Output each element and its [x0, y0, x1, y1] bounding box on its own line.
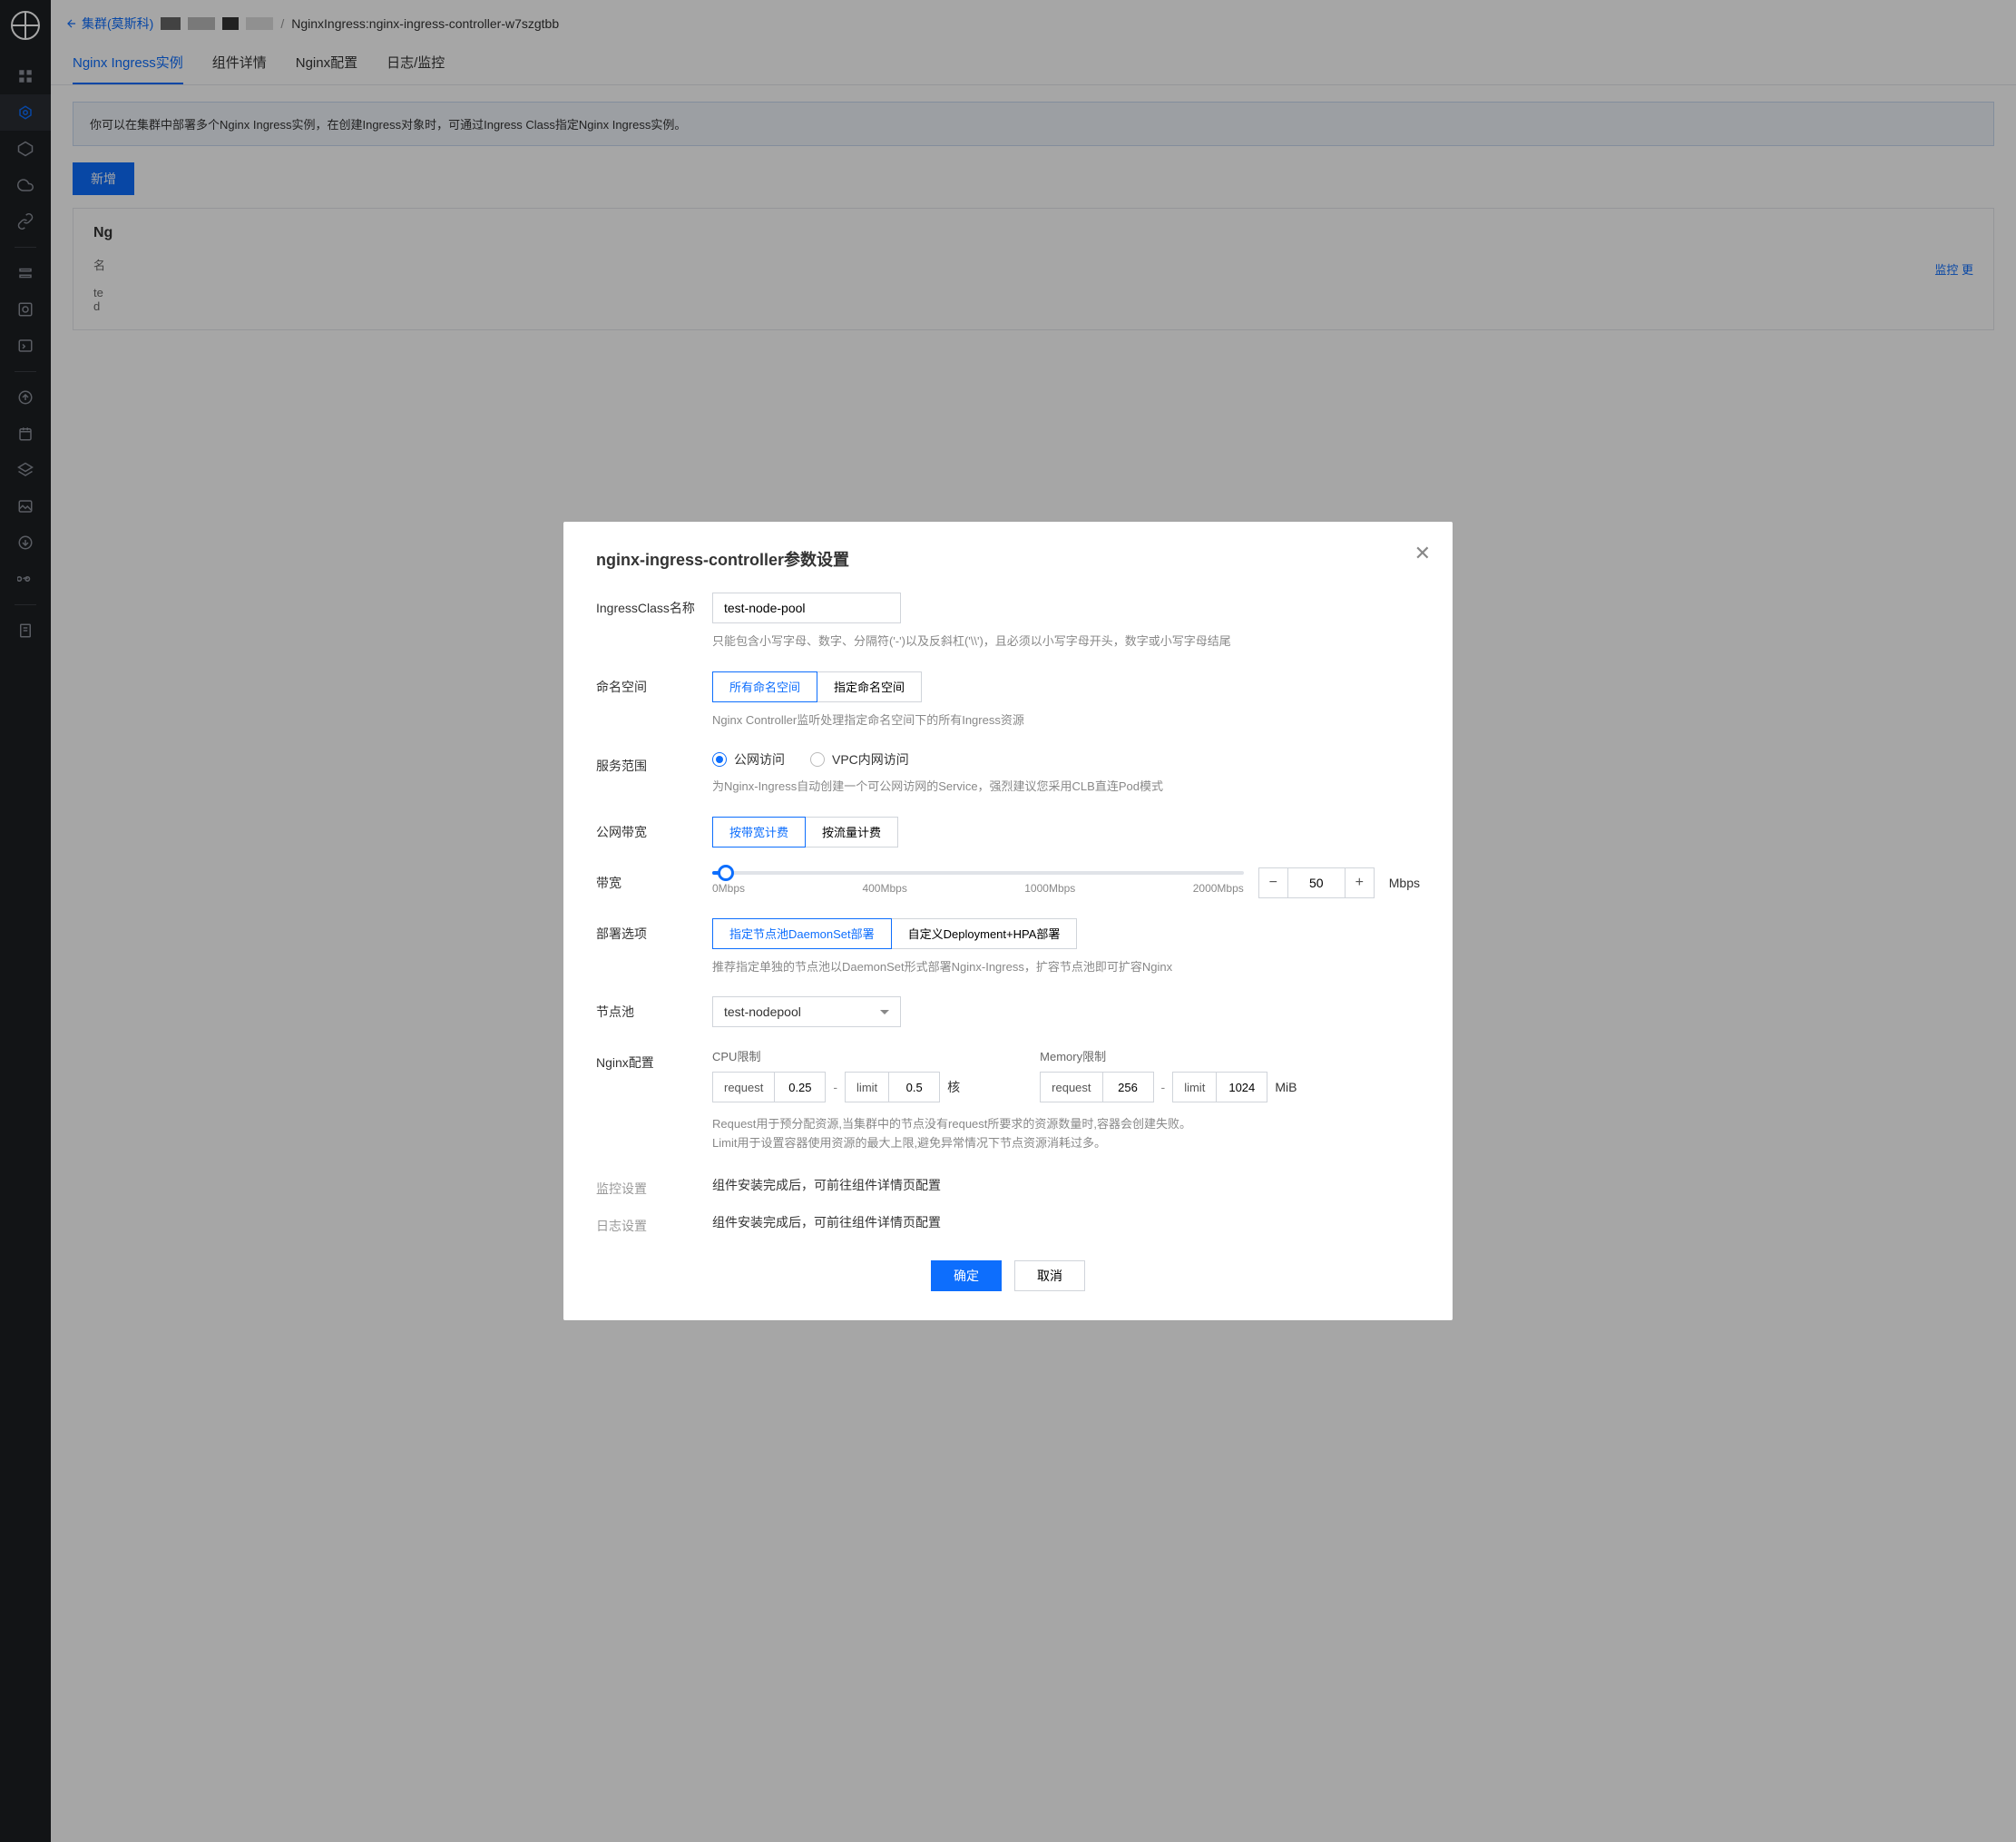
label-monitor: 监控设置	[596, 1173, 712, 1198]
namespace-all-button[interactable]: 所有命名空间	[712, 671, 817, 702]
cpu-request-input[interactable]	[774, 1073, 825, 1102]
mem-request-input[interactable]	[1102, 1073, 1153, 1102]
cpu-limit-input[interactable]	[888, 1073, 939, 1102]
cpu-limit-label: limit	[846, 1081, 888, 1094]
mem-limit-input[interactable]	[1216, 1073, 1267, 1102]
cpu-request-label: request	[713, 1081, 774, 1094]
billing-traffic-button[interactable]: 按流量计费	[806, 817, 898, 848]
nginxconfig-helper2: Limit用于设置容器使用资源的最大上限,避免异常情况下节点资源消耗过多。	[712, 1134, 1420, 1153]
tick: 1000Mbps	[1024, 882, 1075, 895]
monitor-text: 组件安装完成后，可前往组件详情页配置	[712, 1173, 1420, 1194]
label-log: 日志设置	[596, 1210, 712, 1235]
radio-vpc-label: VPC内网访问	[832, 750, 909, 769]
bandwidth-unit: Mbps	[1389, 876, 1420, 890]
dash: -	[1161, 1080, 1166, 1094]
label-service-scope: 服务范围	[596, 750, 712, 797]
mem-limit-box: limit	[1172, 1072, 1267, 1102]
cpu-label: CPU限制	[712, 1047, 985, 1064]
tick: 0Mbps	[712, 882, 745, 895]
label-nginxconfig: Nginx配置	[596, 1047, 712, 1153]
close-icon[interactable]: ✕	[1414, 542, 1431, 565]
tick: 400Mbps	[862, 882, 906, 895]
label-namespace: 命名空间	[596, 671, 712, 730]
label-bandwidth-billing: 公网带宽	[596, 817, 712, 848]
stepper-minus[interactable]: −	[1259, 868, 1288, 897]
mem-request-box: request	[1040, 1072, 1153, 1102]
bandwidth-slider[interactable]: 0Mbps 400Mbps 1000Mbps 2000Mbps	[712, 871, 1244, 895]
deploy-daemonset-button[interactable]: 指定节点池DaemonSet部署	[712, 918, 892, 949]
cpu-unit: 核	[947, 1078, 960, 1096]
deploy-deployment-button[interactable]: 自定义Deployment+HPA部署	[892, 918, 1078, 949]
ingressclass-input[interactable]	[712, 593, 901, 623]
log-text: 组件安装完成后，可前往组件详情页配置	[712, 1210, 1420, 1231]
cpu-request-box: request	[712, 1072, 826, 1102]
label-deploy: 部署选项	[596, 918, 712, 977]
stepper-plus[interactable]: +	[1345, 868, 1374, 897]
nodepool-value: test-nodepool	[724, 1004, 801, 1019]
label-bandwidth: 带宽	[596, 867, 712, 898]
confirm-button[interactable]: 确定	[931, 1260, 1002, 1291]
radio-public[interactable]: 公网访问	[712, 750, 785, 769]
namespace-helper: Nginx Controller监听处理指定命名空间下的所有Ingress资源	[712, 711, 1420, 730]
radio-vpc[interactable]: VPC内网访问	[810, 750, 909, 769]
cancel-button[interactable]: 取消	[1014, 1260, 1085, 1291]
tick: 2000Mbps	[1193, 882, 1244, 895]
label-ingressclass: IngressClass名称	[596, 593, 712, 652]
billing-bandwidth-button[interactable]: 按带宽计费	[712, 817, 806, 848]
namespace-spec-button[interactable]: 指定命名空间	[817, 671, 922, 702]
modal: nginx-ingress-controller参数设置 ✕ IngressCl…	[563, 522, 1453, 1320]
modal-backdrop: nginx-ingress-controller参数设置 ✕ IngressCl…	[0, 0, 2016, 1842]
service-scope-helper: 为Nginx-Ingress自动创建一个可公网访网的Service，强烈建议您采…	[712, 778, 1420, 797]
radio-public-label: 公网访问	[734, 750, 785, 769]
dash: -	[833, 1080, 837, 1094]
modal-footer: 确定 取消	[596, 1260, 1420, 1291]
deploy-helper: 推荐指定单独的节点池以DaemonSet形式部署Nginx-Ingress，扩容…	[712, 958, 1420, 977]
mem-label: Memory限制	[1040, 1047, 1322, 1064]
ingressclass-helper: 只能包含小写字母、数字、分隔符('-')以及反斜杠('\\')，且必须以小写字母…	[712, 632, 1420, 652]
bandwidth-stepper: − +	[1258, 867, 1375, 898]
cpu-limit-box: limit	[845, 1072, 940, 1102]
nginxconfig-helper1: Request用于预分配资源,当集群中的节点没有request所要求的资源数量时…	[712, 1115, 1420, 1134]
nodepool-select[interactable]: test-nodepool	[712, 996, 901, 1027]
modal-title: nginx-ingress-controller参数设置	[596, 547, 1420, 571]
mem-limit-label: limit	[1173, 1081, 1216, 1094]
mem-request-label: request	[1041, 1081, 1101, 1094]
bandwidth-value-input[interactable]	[1288, 868, 1345, 897]
label-nodepool: 节点池	[596, 996, 712, 1027]
mem-unit: MiB	[1275, 1080, 1297, 1094]
